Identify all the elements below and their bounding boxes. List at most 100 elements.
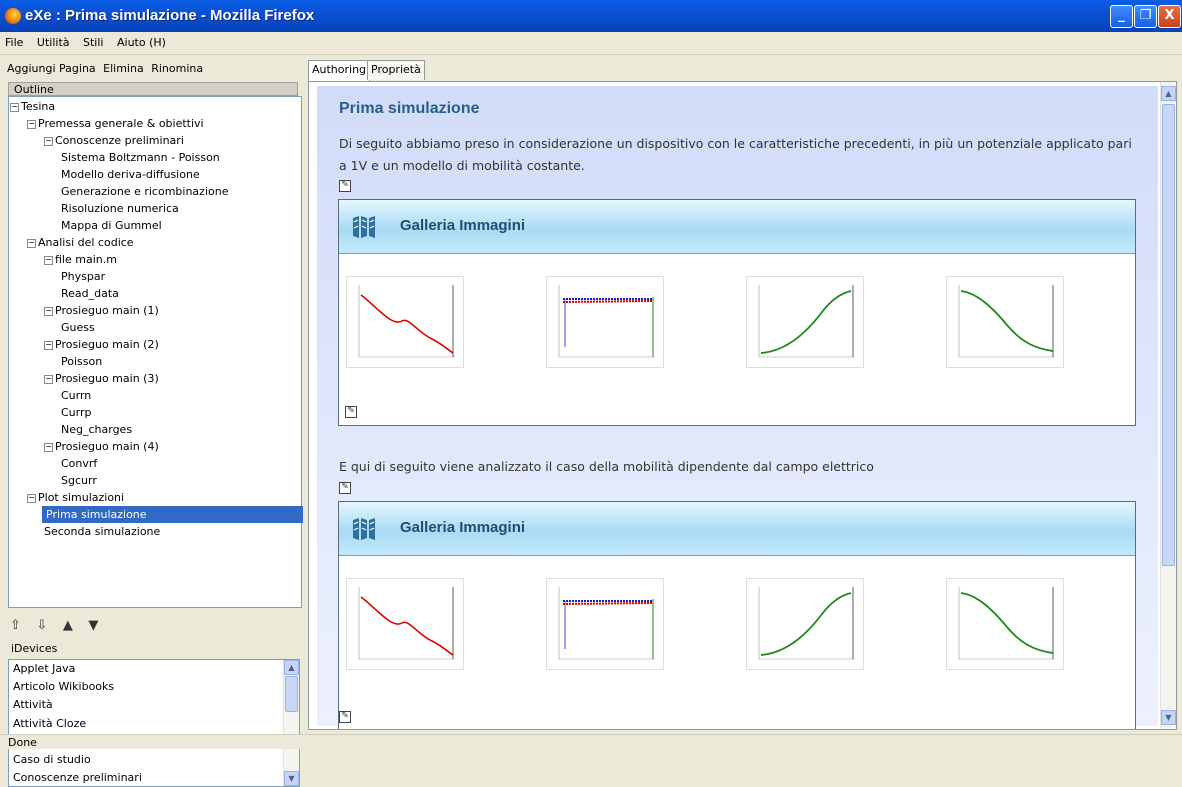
idevice-item[interactable]: Applet Java <box>9 660 299 678</box>
menu-utilita[interactable]: Utilità <box>32 32 75 49</box>
rename-button[interactable]: Rinomina <box>151 62 203 75</box>
idevice-item[interactable]: Attività Cloze <box>9 715 299 733</box>
outline-node-label: Sgcurr <box>61 474 97 487</box>
collapse-toggle-icon[interactable]: − <box>44 442 53 452</box>
outline-node[interactable]: − Prosieguo main (2) <box>44 336 159 353</box>
promote-node-icon[interactable]: ⇧ <box>10 618 21 633</box>
outline-node[interactable]: Mappa di Gummel <box>61 217 162 234</box>
outline-node-label: Read_data <box>61 287 119 300</box>
outline-node[interactable]: Risoluzione numerica <box>61 200 179 217</box>
outline-node[interactable]: − Prosieguo main (3) <box>44 370 159 387</box>
edit-icon[interactable]: ✎ <box>339 482 351 494</box>
collapse-toggle-icon[interactable]: − <box>44 255 53 265</box>
plot-thumbnail[interactable] <box>746 578 864 670</box>
tab-authoring[interactable]: Authoring <box>308 60 371 81</box>
outline-node[interactable]: − Plot simulazioni <box>27 489 124 506</box>
idevices-scrollbar[interactable]: ▲ ▼ <box>283 660 299 786</box>
collapse-toggle-icon[interactable]: − <box>44 306 53 316</box>
outline-node-label: Seconda simulazione <box>44 525 161 538</box>
tab-proprieta[interactable]: Proprietà <box>367 60 425 80</box>
outline-node-label: Prosieguo main (2) <box>55 338 159 351</box>
scroll-down-icon[interactable]: ▼ <box>284 771 299 786</box>
move-down-icon[interactable]: ▼ <box>88 618 98 633</box>
outline-node[interactable]: − Analisi del codice <box>27 234 134 251</box>
scroll-thumb[interactable] <box>1162 104 1175 566</box>
idevices-header: iDevices <box>8 641 305 657</box>
outline-node-label: Poisson <box>61 355 103 368</box>
outline-tree[interactable]: − Tesina − Premessa generale & obiettivi − Co… <box>8 96 303 608</box>
outline-node[interactable]: − Prosieguo main (4) <box>44 438 159 455</box>
idevice-item[interactable]: Conoscenze preliminari <box>9 769 299 787</box>
outline-node[interactable]: Sistema Boltzmann - Poisson <box>61 149 220 166</box>
gallery-title: Galleria Immagini <box>400 519 526 536</box>
outline-node[interactable]: Convrf <box>61 455 97 472</box>
collapse-toggle-icon[interactable]: − <box>44 374 53 384</box>
outline-node[interactable]: Generazione e ricombinazione <box>61 183 228 200</box>
tree-tools: ⇧ ⇩ ▲ ▼ <box>10 618 110 633</box>
outline-node[interactable]: Seconda simulazione <box>44 523 160 540</box>
outline-node[interactable]: Currp <box>61 404 92 421</box>
outline-header: Outline <box>8 82 298 96</box>
outline-node[interactable]: Read_data <box>61 285 119 302</box>
collapse-toggle-icon[interactable]: − <box>44 136 53 146</box>
collapse-toggle-icon[interactable]: − <box>27 119 36 129</box>
menu-aiuto[interactable]: Aiuto (H) <box>112 32 171 49</box>
delete-button[interactable]: Elimina <box>103 62 144 75</box>
plot-thumbnail[interactable] <box>546 578 664 670</box>
plot-thumbnail[interactable] <box>546 276 664 368</box>
collapse-toggle-icon[interactable]: − <box>27 493 36 503</box>
outline-node[interactable]: Physpar <box>61 268 105 285</box>
outline-node-label: Prosieguo main (3) <box>55 372 159 385</box>
minimize-button[interactable]: _ <box>1110 5 1133 28</box>
content-scrollbar[interactable]: ▲ ▼ <box>1160 82 1176 729</box>
outline-node[interactable]: − file main.m <box>44 251 117 268</box>
outline-toolbar: Aggiungi Pagina Elimina Rinomina <box>0 56 303 78</box>
firefox-icon <box>5 8 21 24</box>
gallery-thumbnails <box>339 578 1135 670</box>
edit-icon[interactable]: ✎ <box>345 406 357 418</box>
outline-node[interactable]: Currn <box>61 387 91 404</box>
add-page-button[interactable]: Aggiungi Pagina <box>7 62 96 75</box>
move-up-icon[interactable]: ▲ <box>63 618 73 633</box>
idevice-item[interactable]: Attività <box>9 696 299 714</box>
edit-icon[interactable]: ✎ <box>339 180 351 192</box>
outline-node[interactable]: Sgcurr <box>61 472 97 489</box>
scroll-thumb[interactable] <box>285 676 298 712</box>
outline-node-label: Plot simulazioni <box>38 491 125 504</box>
outline-node[interactable]: Modello deriva-diffusione <box>61 166 200 183</box>
plot-thumbnail[interactable] <box>946 578 1064 670</box>
close-button[interactable]: X <box>1158 5 1181 28</box>
demote-node-icon[interactable]: ⇩ <box>36 618 47 633</box>
idevice-item[interactable]: Articolo Wikibooks <box>9 678 299 696</box>
collapse-toggle-icon[interactable]: − <box>10 102 19 112</box>
plot-thumbnail[interactable] <box>946 276 1064 368</box>
outline-node-label: Currn <box>61 389 92 402</box>
outline-node[interactable]: Prima simulazione <box>42 506 303 523</box>
plot-thumbnail[interactable] <box>346 578 464 670</box>
edit-icon[interactable]: ✎ <box>339 711 351 723</box>
outline-node[interactable]: Poisson <box>61 353 102 370</box>
outline-node[interactable]: − Conoscenze preliminari <box>44 132 184 149</box>
outline-node[interactable]: − Tesina <box>10 98 55 115</box>
outline-node-label: Prima simulazione <box>46 508 147 521</box>
outline-node[interactable]: − Premessa generale & obiettivi <box>27 115 204 132</box>
outline-node[interactable]: Neg_charges <box>61 421 132 438</box>
idevices-list[interactable]: Applet Java Articolo Wikibooks Attività Att… <box>8 659 300 787</box>
scroll-up-icon[interactable]: ▲ <box>1161 86 1176 101</box>
scroll-up-icon[interactable]: ▲ <box>284 660 299 675</box>
collapse-toggle-icon[interactable]: − <box>27 238 36 248</box>
plot-thumbnail[interactable] <box>746 276 864 368</box>
gallery-logo-icon <box>353 216 375 238</box>
menu-stili[interactable]: Stili <box>78 32 108 49</box>
outline-node-label: file main.m <box>55 253 117 266</box>
collapse-toggle-icon[interactable]: − <box>44 340 53 350</box>
maximize-button[interactable]: ❐ <box>1134 5 1157 28</box>
idevice-item[interactable]: Caso di studio <box>9 751 299 769</box>
outline-node[interactable]: Guess <box>61 319 95 336</box>
menu-file[interactable]: File <box>0 32 28 49</box>
gallery-header: Galleria Immagini <box>339 502 1135 556</box>
outline-node[interactable]: − Prosieguo main (1) <box>44 302 159 319</box>
plot-thumbnail[interactable] <box>346 276 464 368</box>
scroll-down-icon[interactable]: ▼ <box>1161 710 1176 725</box>
gallery-thumbnails <box>339 276 1135 368</box>
